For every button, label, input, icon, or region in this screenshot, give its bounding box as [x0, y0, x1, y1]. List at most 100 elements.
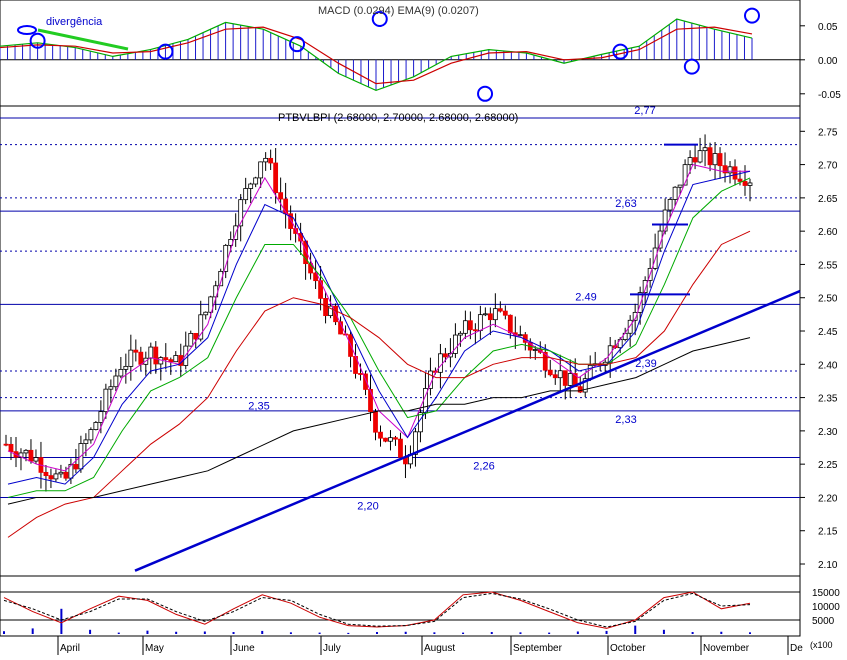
candle-up: [587, 364, 593, 380]
candle-down: [168, 359, 174, 363]
price-y-tick-label: 2.30: [818, 427, 838, 438]
candle-up: [263, 157, 269, 163]
candle-up: [148, 346, 154, 359]
x-axis-month-label: September: [513, 643, 563, 654]
macd-y-tick-label: 0.00: [818, 56, 838, 67]
candle-up: [243, 188, 249, 201]
candle-up: [517, 334, 523, 337]
candle-up: [557, 370, 563, 379]
candle-up: [388, 437, 393, 442]
candle-up: [33, 457, 39, 462]
candle-down: [732, 166, 738, 180]
candle-up: [712, 153, 718, 166]
candle-up: [88, 429, 94, 441]
candle-up: [677, 184, 683, 188]
macd-y-tick-label: -0.05: [818, 90, 841, 101]
price-y-tick-label: 2.55: [818, 260, 838, 271]
level-label: 2,77: [634, 105, 655, 117]
price-y-tick-label: 2.70: [818, 161, 838, 172]
price-y-tick-label: 2.65: [818, 194, 838, 205]
price-y-tick-label: 2.35: [818, 394, 838, 405]
candle-up: [662, 209, 668, 232]
candle-up: [248, 183, 254, 189]
price-y-tick-label: 2.40: [818, 360, 838, 371]
candle-up: [123, 365, 129, 370]
candle-up: [697, 150, 703, 163]
macd-y-tick-label: 0.05: [818, 22, 838, 33]
candle-up: [667, 199, 673, 211]
candle-up: [532, 349, 538, 351]
candle-up: [747, 182, 753, 186]
technical-chart: divergência MACD (0.0294) EMA(9) (0.0207)…: [0, 0, 847, 655]
candle-up: [687, 157, 693, 166]
macd-highlight-circle: [683, 58, 700, 75]
price-y-tick-label: 2.25: [818, 460, 838, 471]
price-title: PTBVLBPI (2.68000, 2.70000, 2.68000, 2.6…: [278, 112, 518, 124]
candle-up: [93, 422, 99, 431]
level-label: 2,39: [635, 358, 656, 370]
candle-down: [8, 443, 14, 453]
candle-down: [547, 369, 553, 376]
oscillator-y-tick-label: 15000: [812, 588, 840, 599]
candle-up: [727, 166, 733, 174]
candle-down: [398, 438, 403, 458]
candle-up: [128, 349, 134, 367]
stochastic-k-line: [3, 591, 751, 629]
oscillator-y-tick-label: 5000: [812, 616, 835, 627]
candle-up: [462, 320, 468, 334]
candle-down: [273, 162, 279, 194]
candle-down: [193, 332, 199, 340]
candle-down: [497, 308, 503, 312]
level-label: 2.49: [575, 291, 596, 303]
candle-up: [53, 473, 59, 480]
x-axis-month-label: June: [233, 643, 255, 654]
candle-down: [742, 181, 748, 186]
x-axis-month-label: De: [790, 643, 803, 654]
candle-down: [467, 320, 473, 331]
price-y-tick-label: 2.20: [818, 493, 838, 504]
candle-down: [737, 178, 743, 182]
candle-up: [258, 161, 264, 179]
candle-down: [138, 351, 144, 365]
chart-canvas: divergência MACD (0.0294) EMA(9) (0.0207)…: [0, 0, 841, 655]
macd-panel: divergência MACD (0.0294) EMA(9) (0.0207): [0, 5, 800, 102]
candle-up: [203, 311, 209, 316]
level-label: 2,63: [615, 198, 636, 210]
candle-down: [73, 463, 79, 470]
candle-down: [133, 349, 139, 353]
divergence-marker: [17, 25, 37, 35]
x-axis-month-label: July: [323, 643, 341, 654]
price-y-tick-label: 2.45: [818, 327, 838, 338]
candle-up: [23, 449, 29, 454]
grid-layer: [0, 0, 801, 637]
x-axis-month-label: November: [703, 643, 750, 654]
price-y-tick-label: 2.60: [818, 227, 838, 238]
moving-average-0: [7, 164, 750, 472]
candle-down: [368, 389, 373, 413]
candle-up: [457, 332, 463, 336]
candle-down: [28, 449, 34, 462]
x-axis-month-label: April: [60, 643, 80, 654]
candle-down: [358, 373, 363, 375]
divergence-line: [37, 28, 129, 51]
candle-down: [268, 157, 274, 164]
candle-up: [113, 375, 119, 388]
candle-down: [373, 411, 378, 433]
candle-up: [567, 373, 573, 386]
level-label: 2,26: [473, 461, 494, 473]
candle-up: [83, 439, 89, 444]
price-y-tick-label: 2.50: [818, 294, 838, 305]
price-y-tick-label: 2.10: [818, 560, 838, 571]
candle-down: [3, 443, 9, 446]
macd-title: MACD (0.0294) EMA(9) (0.0207): [318, 5, 479, 17]
candle-up: [98, 411, 104, 423]
candle-down: [707, 147, 713, 166]
candle-down: [717, 153, 723, 167]
candle-up: [253, 177, 259, 185]
candle-up: [108, 386, 114, 390]
candle-down: [378, 431, 383, 439]
candle-up: [482, 313, 488, 316]
level-label: 2,35: [248, 401, 269, 413]
candle-down: [507, 314, 513, 334]
candle-down: [487, 313, 493, 321]
